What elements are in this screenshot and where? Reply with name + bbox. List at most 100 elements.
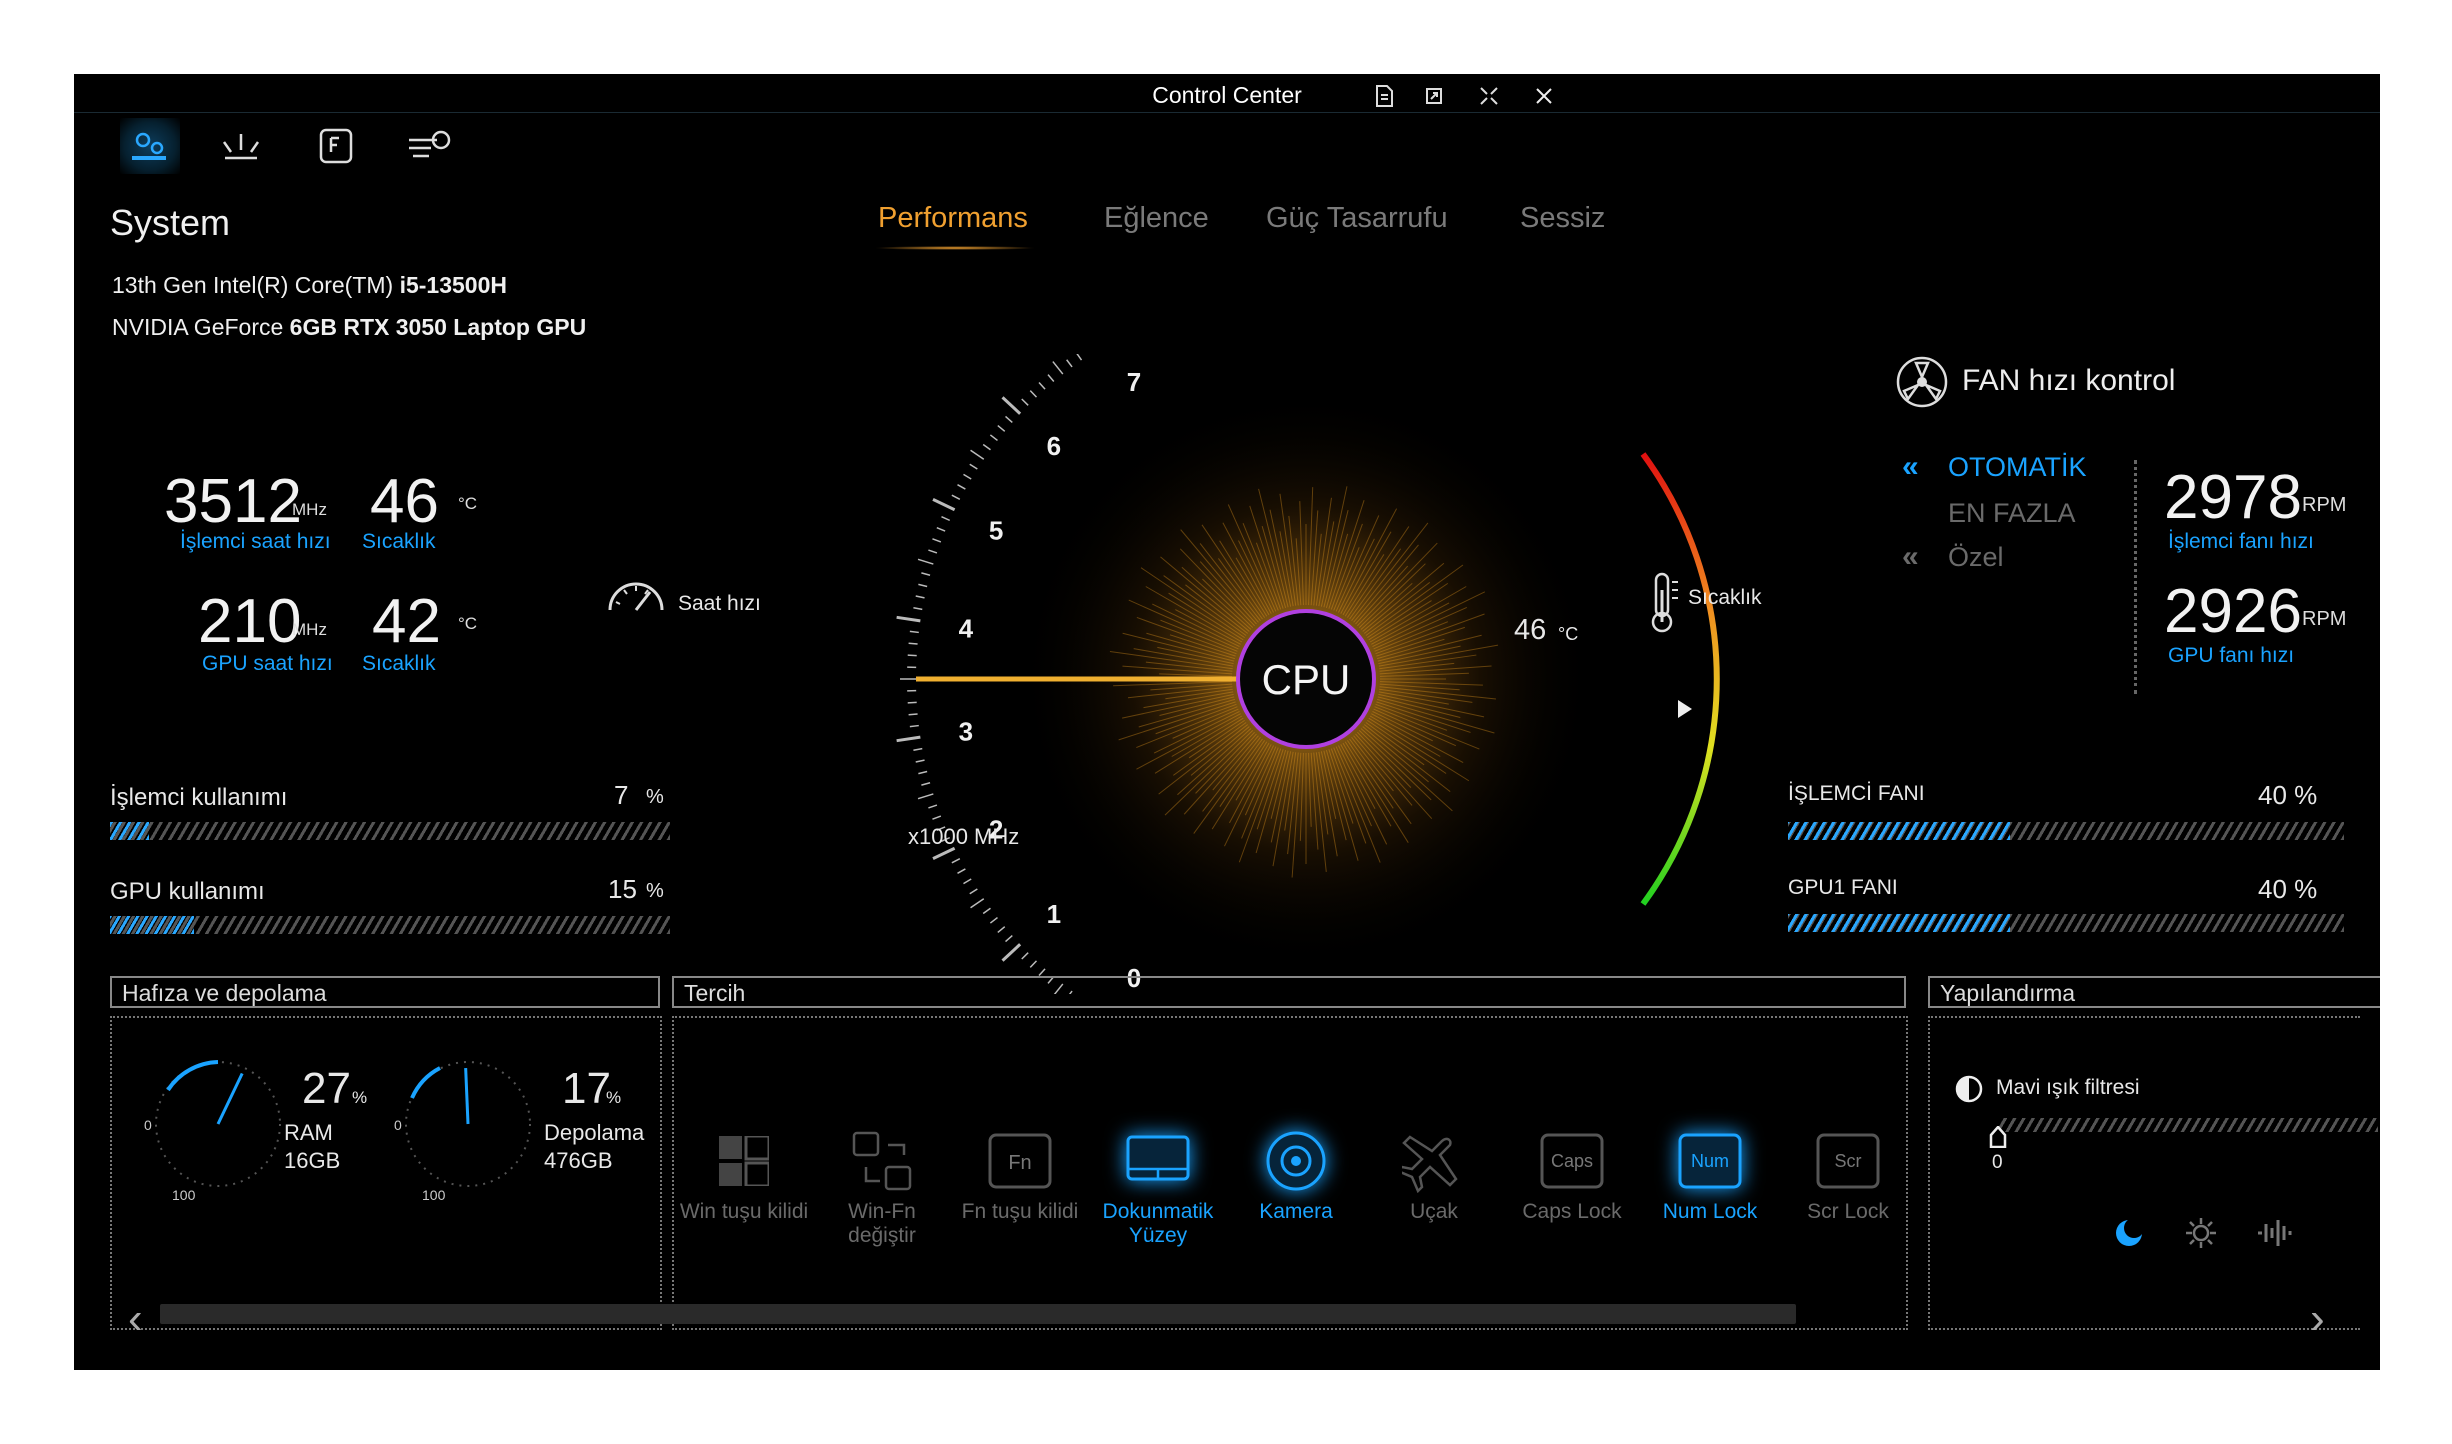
scale-tick — [917, 793, 934, 800]
pref-label: Uçak — [1410, 1200, 1458, 1223]
gpu-name-prefix: NVIDIA GeForce — [112, 314, 290, 340]
scale-tick — [970, 449, 985, 460]
scale-label: 1 — [1047, 899, 1061, 929]
pref-caps-lock[interactable]: Caps Caps Lock — [1502, 1133, 1642, 1224]
scale-tick — [951, 494, 961, 501]
pref-camera[interactable]: Kamera — [1226, 1131, 1366, 1224]
blue-light-slider-value: 0 — [1992, 1152, 2003, 1173]
scale-tick — [909, 630, 919, 634]
pref-win-fn-swap[interactable]: Win-Fn değiştir — [812, 1131, 952, 1248]
preferences-panel-heading: Tercih — [672, 976, 1906, 1008]
gauge-temp-unit: °C — [1558, 624, 1579, 644]
gpu-name: NVIDIA GeForce 6GB RTX 3050 Laptop GPU — [112, 314, 586, 341]
mode-tab-eglence[interactable]: Eğlence — [1104, 202, 1209, 235]
compact-icon[interactable] — [1469, 78, 1509, 114]
ram-percent: 27 — [302, 1064, 351, 1113]
cpu-clock-label: İşlemci saat hızı — [180, 530, 331, 553]
camera-icon — [1264, 1131, 1328, 1191]
cpu-clock-unit: MHz — [292, 500, 327, 519]
title-divider — [74, 112, 2380, 113]
storage-dial-max: 100 — [422, 1187, 446, 1203]
scale-tick — [941, 516, 951, 522]
gpu-temp-value: 42 — [372, 587, 441, 656]
cpu-fan-fill — [1788, 822, 2011, 840]
cpu-fan-rpm-label: İşlemci fanı hızı — [2168, 530, 2314, 553]
scale-label: 5 — [989, 516, 1003, 546]
mode-tab-sessiz[interactable]: Sessiz — [1520, 202, 1605, 235]
gauge-temp-label: Sıcaklık — [1688, 586, 1762, 609]
scale-tick — [982, 443, 991, 451]
brightness-icon[interactable] — [2184, 1216, 2218, 1255]
cpu-usage-label: İşlemci kullanımı — [110, 784, 288, 811]
speedometer-icon — [604, 572, 668, 621]
gpu-model: 6GB RTX 3050 Laptop GPU — [289, 314, 587, 340]
system-icon[interactable] — [120, 118, 180, 174]
control-center-window: Control Center System 13th Gen Intel(R) … — [74, 74, 2380, 1370]
scroll-right-icon[interactable]: › — [2310, 1294, 2325, 1344]
scale-tick — [918, 770, 928, 775]
fn-key-icon[interactable] — [306, 118, 366, 174]
ram-needle — [216, 1072, 244, 1125]
gpu-fan-label: GPU1 FANI — [1788, 876, 1898, 899]
gpu-temp-unit: °C — [458, 614, 478, 633]
document-icon[interactable] — [1364, 78, 1404, 114]
scale-tick — [963, 878, 972, 885]
chevron-left-icon-custom: « — [1902, 540, 1919, 573]
scr-key-text: Scr — [1835, 1151, 1862, 1171]
pref-touchpad[interactable]: Dokunmatik Yüzey — [1088, 1134, 1228, 1248]
gpu-fan-fill — [1788, 914, 2011, 932]
scale-label: 3 — [959, 716, 973, 746]
cpu-temp-label: Sıcaklık — [362, 530, 436, 553]
gpu-fan-rpm-unit: RPM — [2302, 608, 2347, 630]
scroll-left-icon[interactable]: ‹ — [128, 1294, 143, 1344]
scale-tick — [909, 724, 919, 728]
mode-tab-performans[interactable]: Performans — [878, 202, 1028, 235]
fan-control-icon — [1894, 354, 1950, 415]
restore-icon[interactable] — [1414, 78, 1454, 114]
cpu-fan-rpm: 2978 — [2164, 463, 2302, 532]
pref-label: Caps Lock — [1522, 1200, 1622, 1223]
scale-tick — [913, 607, 923, 611]
gauge-center-label: CPU — [1262, 656, 1351, 703]
pref-num-lock[interactable]: Num Num Lock — [1640, 1133, 1780, 1224]
audio-icon[interactable] — [2254, 1216, 2294, 1255]
scale-tick — [928, 549, 938, 554]
cpu-gauge: 76543210 CPU — [896, 354, 1720, 994]
gpu-usage-bar — [110, 916, 670, 934]
fan-mode-en-fazla[interactable]: EN FAZLA — [1948, 498, 2076, 529]
gpu-usage-unit: % — [646, 880, 664, 902]
scale-tick — [969, 888, 978, 895]
pref-label: Win tuşu kilidi — [679, 1200, 809, 1223]
num-icon: Num — [1678, 1133, 1742, 1189]
blue-light-slider-track[interactable] — [1998, 1118, 2378, 1132]
scale-tick — [908, 713, 918, 716]
horizontal-scrollbar-thumb[interactable] — [160, 1304, 1796, 1324]
scale-tick — [915, 759, 925, 763]
lighting-icon[interactable] — [211, 118, 271, 174]
fan-icon[interactable] — [400, 118, 460, 174]
pref-label: Kamera — [1259, 1200, 1333, 1223]
scale-tick — [1001, 396, 1022, 415]
caps-key-text: Caps — [1551, 1151, 1593, 1171]
gpu-clock-unit: MHz — [292, 620, 327, 639]
fan-mode-otomatik[interactable]: OTOMATİK — [1948, 452, 2087, 483]
pref-label: Win-Fn değiştir — [848, 1200, 916, 1247]
close-icon[interactable] — [1524, 78, 1564, 114]
mode-tab-guc-tasarrufu[interactable]: Güç Tasarrufu — [1266, 202, 1448, 235]
scale-tick — [963, 473, 972, 480]
pref-win-key-lock[interactable]: Win tuşu kilidi — [674, 1134, 814, 1224]
scale-tick — [1029, 390, 1038, 398]
storage-percent: 17 — [562, 1064, 611, 1113]
blue-light-label: Mavi ışık filtresi — [1996, 1076, 2140, 1099]
night-mode-icon[interactable] — [2112, 1216, 2146, 1255]
pref-label: Dokunmatik Yüzey — [1102, 1200, 1214, 1247]
blue-light-slider-thumb[interactable] — [1989, 1125, 2007, 1149]
pref-fn-key-lock[interactable]: Fn Fn tuşu kilidi — [950, 1133, 1090, 1224]
fan-mode-ozel[interactable]: Özel — [1948, 542, 2004, 573]
num-key-text: Num — [1691, 1151, 1729, 1171]
pref-airplane[interactable]: Uçak — [1364, 1134, 1504, 1224]
cpu-model: i5-13500H — [399, 272, 508, 298]
pref-scroll-lock[interactable]: Scr Scr Lock — [1778, 1133, 1918, 1224]
cpu-usage-fill — [110, 822, 150, 840]
scale-label: 7 — [1127, 367, 1141, 397]
